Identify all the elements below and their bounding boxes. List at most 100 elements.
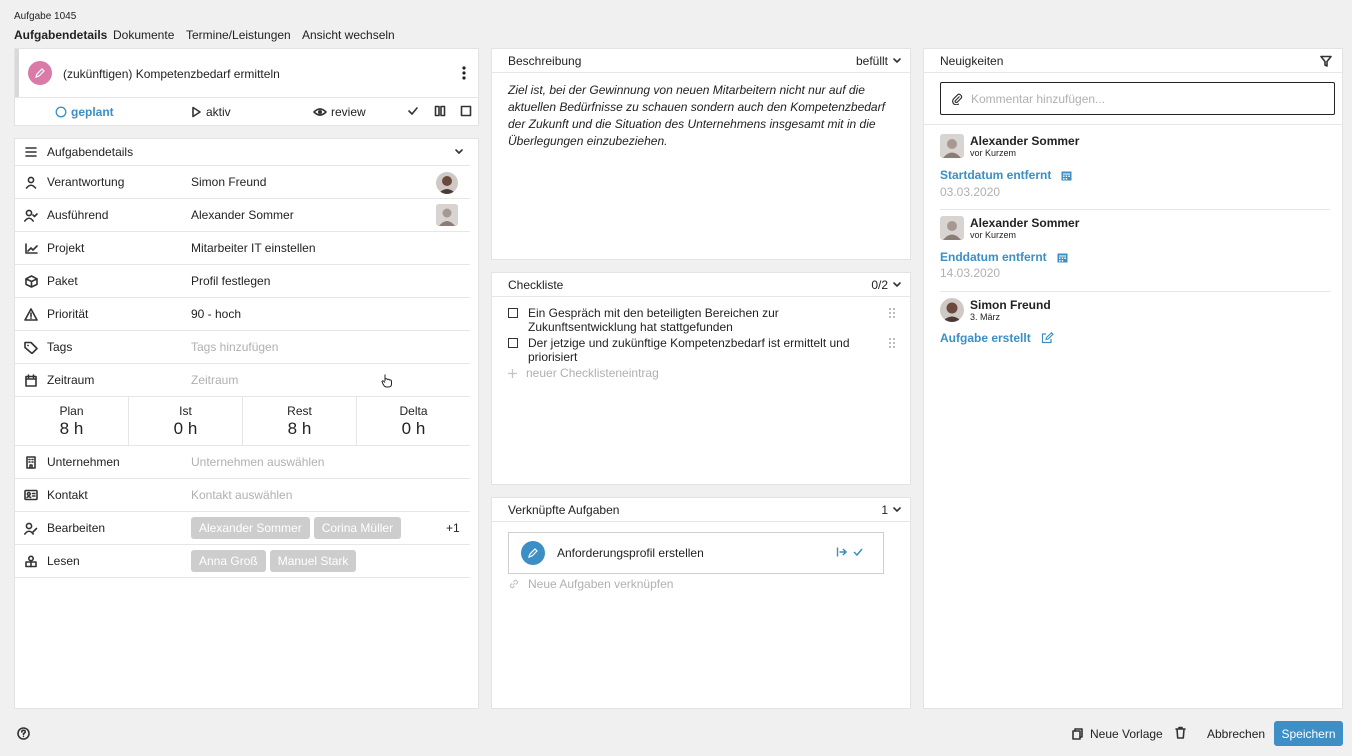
news-action: Aufgabe erstellt xyxy=(940,331,1054,345)
id-card-icon xyxy=(15,489,47,501)
menu-icon xyxy=(15,147,47,157)
details-header-label: Aufgabendetails xyxy=(47,145,134,159)
divider xyxy=(15,97,478,98)
new-template-button[interactable]: Neue Vorlage xyxy=(1072,727,1163,741)
row-label: Paket xyxy=(47,274,78,288)
checklist-panel: Checkliste 0/2 Ein Gespräch mit den bete… xyxy=(491,272,911,485)
description-state[interactable]: befüllt xyxy=(856,54,902,68)
avatar xyxy=(940,134,964,158)
user-chip[interactable]: Alexander Sommer xyxy=(191,517,310,539)
divider xyxy=(940,209,1330,210)
save-button[interactable]: Speichern xyxy=(1274,721,1343,746)
row-label: Unternehmen xyxy=(47,455,120,469)
drag-handle-icon[interactable] xyxy=(888,337,896,349)
hours-label: Plan xyxy=(59,404,84,418)
row-edit[interactable]: Bearbeiten Alexander Sommer Corina Müller… xyxy=(15,512,470,545)
row-label: Projekt xyxy=(47,241,85,255)
status-review[interactable]: review xyxy=(313,105,366,119)
building-icon xyxy=(15,455,47,469)
drag-handle-icon[interactable] xyxy=(888,307,896,319)
row-company[interactable]: Unternehmen Unternehmen auswählen xyxy=(15,446,470,479)
cancel-button[interactable]: Abbrechen xyxy=(1207,727,1265,741)
calendar-icon xyxy=(15,373,47,387)
user-chip[interactable]: Anna Groß xyxy=(191,550,266,572)
plus-icon xyxy=(508,368,517,378)
row-tags[interactable]: Tags Tags hinzufügen xyxy=(15,331,470,364)
linked-count-label: 1 xyxy=(881,502,888,517)
row-responsible[interactable]: Verantwortung Simon Freund xyxy=(15,166,470,199)
hours-label: Ist xyxy=(179,404,192,418)
row-label: Zeitraum xyxy=(47,373,95,387)
row-value: Profil festlegen xyxy=(191,274,271,288)
linked-count[interactable]: 1 xyxy=(881,503,902,517)
row-priority[interactable]: Priorität 90 - hoch xyxy=(15,298,470,331)
description-text[interactable]: Ziel ist, bei der Gewinnung von neuen Mi… xyxy=(508,82,898,150)
row-label: Lesen xyxy=(47,554,80,568)
row-project[interactable]: Projekt Mitarbeiter IT einstellen xyxy=(15,232,470,265)
help-icon[interactable] xyxy=(17,727,30,740)
more-users-count[interactable]: +1 xyxy=(446,521,460,535)
linked-header-label: Verknüpfte Aufgaben xyxy=(508,502,620,517)
chevron-down-icon xyxy=(893,506,901,512)
user-chip[interactable]: Corina Müller xyxy=(313,517,402,539)
row-period[interactable]: Zeitraum Zeitraum xyxy=(15,364,470,397)
details-header[interactable]: Aufgabendetails xyxy=(15,139,470,166)
news-time: vor Kurzem xyxy=(970,230,1017,240)
company-select[interactable]: Unternehmen auswählen xyxy=(191,455,324,469)
hours-label: Delta xyxy=(399,404,428,418)
more-vertical-icon[interactable] xyxy=(461,65,467,81)
columns-icon[interactable] xyxy=(434,105,446,117)
row-read[interactable]: Lesen Anna Groß Manuel Stark xyxy=(15,545,470,578)
row-contact[interactable]: Kontakt Kontakt auswählen xyxy=(15,479,470,512)
contact-select[interactable]: Kontakt auswählen xyxy=(191,488,292,502)
tab-termine-leistungen[interactable]: Termine/Leistungen xyxy=(186,28,291,42)
tab-dokumente[interactable]: Dokumente xyxy=(113,28,174,42)
row-package[interactable]: Paket Profil festlegen xyxy=(15,265,470,298)
task-title[interactable]: (zukünftigen) Kompetenzbedarf ermitteln xyxy=(63,67,280,81)
checkbox[interactable] xyxy=(508,308,518,318)
filter-icon[interactable] xyxy=(1320,55,1332,67)
check-icon[interactable] xyxy=(407,105,419,117)
row-value: Mitarbeiter IT einstellen xyxy=(191,241,316,255)
status-active[interactable]: aktiv xyxy=(190,105,231,119)
checklist-header-label: Checkliste xyxy=(508,277,564,292)
news-action: Startdatum entfernt xyxy=(940,168,1072,182)
linked-tasks-panel: Verknüpfte Aufgaben 1 Anforderungsprofil… xyxy=(491,497,911,709)
comment-placeholder: Kommentar hinzufügen... xyxy=(971,91,1106,106)
new-checklist-entry[interactable]: neuer Checklisteneintrag xyxy=(507,366,659,380)
row-value: 90 - hoch xyxy=(191,307,242,321)
checklist-count-label: 0/2 xyxy=(871,277,888,292)
period-input[interactable]: Zeitraum xyxy=(191,373,238,387)
divider xyxy=(940,291,1330,292)
news-time: 3. März xyxy=(970,312,1001,322)
status-planned[interactable]: geplant xyxy=(55,105,114,119)
check-icon[interactable] xyxy=(852,546,864,558)
new-link-button[interactable]: Neue Aufgaben verknüpfen xyxy=(508,577,673,591)
row-executing[interactable]: Ausführend Alexander Sommer xyxy=(15,199,470,232)
hours-rest: Rest 8 h xyxy=(243,397,357,445)
checkbox[interactable] xyxy=(508,338,518,348)
linked-task-card[interactable]: Anforderungsprofil erstellen xyxy=(508,532,884,574)
row-label: Ausführend xyxy=(47,208,109,222)
new-checklist-label: neuer Checklisteneintrag xyxy=(526,366,659,380)
hours-value: 0 h xyxy=(401,419,426,438)
square-icon[interactable] xyxy=(460,105,472,117)
details-panel: Aufgabendetails Verantwortung Simon Freu… xyxy=(14,138,479,709)
description-panel: Beschreibung befüllt Ziel ist, bei der G… xyxy=(491,48,911,260)
news-date: 14.03.2020 xyxy=(940,266,1001,280)
tab-ansicht-wechseln[interactable]: Ansicht wechseln xyxy=(302,28,395,42)
news-date: 03.03.2020 xyxy=(940,185,1001,199)
warning-icon xyxy=(15,307,47,321)
tags-input[interactable]: Tags hinzufügen xyxy=(191,340,278,354)
tab-aufgabendetails[interactable]: Aufgabendetails xyxy=(14,28,107,42)
user-chip[interactable]: Manuel Stark xyxy=(269,550,357,572)
trash-icon[interactable] xyxy=(1175,726,1186,739)
avatar xyxy=(940,298,964,322)
checklist-item[interactable]: Der jetzige und zukünftige Kompetenzbeda… xyxy=(528,336,873,364)
checklist-count[interactable]: 0/2 xyxy=(871,278,902,292)
comment-input[interactable]: Kommentar hinzufügen... xyxy=(940,82,1335,115)
checklist-item[interactable]: Ein Gespräch mit den beteiligten Bereich… xyxy=(528,306,873,334)
open-link-icon[interactable] xyxy=(836,546,848,558)
hours-delta: Delta 0 h xyxy=(357,397,470,445)
users-read-icon xyxy=(15,554,47,568)
